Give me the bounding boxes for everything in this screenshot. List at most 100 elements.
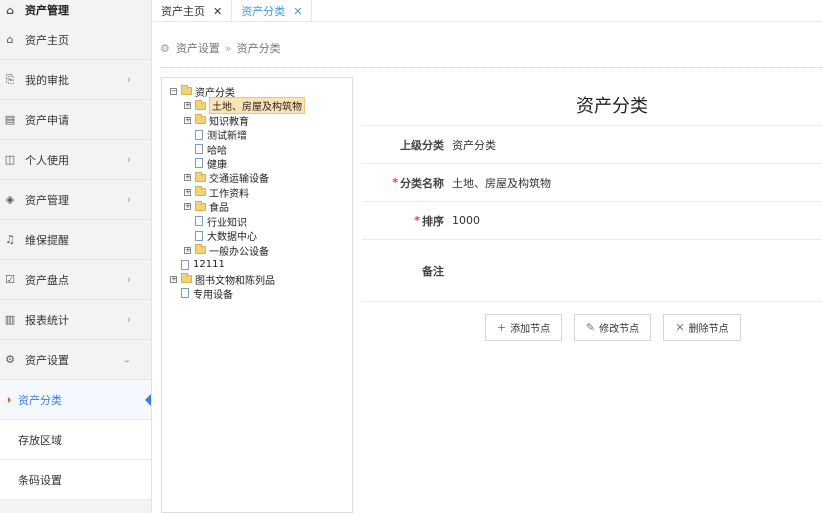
sidebar-item[interactable]: ◫ 个人使用 ›: [0, 140, 151, 180]
tree-node[interactable]: + 食品: [184, 200, 229, 214]
button[interactable]: + 添加节点: [485, 314, 562, 341]
sidebar-item[interactable]: ⎘ 我的审批 ›: [0, 60, 151, 100]
form-value[interactable]: 1000: [448, 202, 822, 239]
expand-icon[interactable]: +: [184, 116, 191, 124]
home-icon: ⌂: [6, 3, 14, 17]
expand-icon[interactable]: +: [184, 102, 191, 110]
expand-icon[interactable]: +: [184, 203, 191, 211]
tree-node-label: 大数据中心: [207, 232, 257, 244]
sidebar-item-label: 资产设置: [25, 353, 69, 367]
button-label: 添加节点: [510, 324, 551, 335]
form-title: 资产分类: [576, 96, 648, 117]
tree-node-label: 知识教育: [209, 116, 249, 128]
sidebar-subitem-label: 条码设置: [18, 473, 62, 487]
tab-home[interactable]: 资产主页 ✕: [152, 0, 233, 22]
sidebar-item[interactable]: ▥ 报表统计 ›: [0, 300, 151, 340]
tree-node[interactable]: + 交通运输设备: [184, 171, 269, 185]
chevron-icon: ⌄: [122, 354, 131, 365]
tree-node[interactable]: 哈哈: [184, 142, 227, 157]
category-tree: − 资产分类 + 土地、房屋及构筑物 + 知识教育 测试新增 哈哈 健康 + 交通运输设备 + 工作资料…: [161, 77, 353, 513]
file-icon: [195, 230, 203, 241]
button[interactable]: ✕ 删除节点: [663, 314, 741, 341]
sidebar-subitem[interactable]: 存放区域: [0, 420, 151, 460]
sidebar-item[interactable]: ⚙ 资产设置 ⌄: [0, 340, 151, 380]
form-value[interactable]: 资产分类: [448, 126, 822, 163]
tree-node-label: 交通运输设备: [209, 174, 269, 186]
checklist-icon: ☑: [5, 273, 15, 286]
file-icon: [195, 216, 203, 227]
expand-icon[interactable]: +: [184, 246, 191, 254]
sidebar-item-label: 资产申请: [25, 113, 69, 127]
form-value[interactable]: 土地、房屋及构筑物: [448, 164, 822, 201]
divider: [160, 67, 822, 68]
tree-node[interactable]: 行业知识: [184, 214, 247, 229]
tab-label: 资产分类: [241, 5, 286, 18]
file-icon: [181, 259, 189, 270]
form-label: * 分类名称: [392, 176, 444, 190]
gear-icon: ⚙: [160, 41, 170, 55]
form-label: 上级分类: [400, 138, 444, 152]
close-icon[interactable]: ✕: [293, 5, 302, 18]
tree-node-label: 工作资料: [209, 188, 249, 200]
tree-node[interactable]: + 知识教育: [184, 113, 249, 128]
tree-node[interactable]: + 土地、房屋及构筑物: [184, 97, 305, 115]
folder-icon: [181, 85, 192, 96]
expand-icon[interactable]: +: [170, 275, 177, 283]
button-label: 修改节点: [599, 324, 640, 335]
required-mark: *: [414, 214, 420, 227]
file-icon: [195, 143, 203, 154]
user-card-icon: ◫: [4, 153, 16, 166]
tree-node-label: 健康: [207, 159, 227, 171]
file-icon: [195, 158, 203, 169]
folder-icon: [195, 171, 206, 182]
sidebar-item-label: 我的审批: [25, 73, 69, 87]
tree-node[interactable]: 测试新增: [184, 127, 247, 143]
sidebar-item[interactable]: ☑ 资产盘点 ›: [0, 260, 151, 300]
close-icon[interactable]: ✕: [213, 5, 222, 18]
form-label: 备注: [422, 264, 444, 278]
tree-node[interactable]: 12111: [170, 257, 225, 271]
sidebar-item[interactable]: ⌂ 资产主页: [0, 20, 151, 60]
file-icon: [195, 129, 203, 140]
tree-node-label: 测试新增: [207, 131, 247, 143]
breadcrumb-parent[interactable]: 资产设置: [176, 40, 220, 56]
tree-node-label: 行业知识: [207, 217, 247, 229]
tree-node-label: 专用设备: [193, 290, 233, 301]
sidebar-item-label: 资产主页: [25, 33, 69, 47]
button[interactable]: ✎ 修改节点: [574, 314, 651, 341]
tree-node[interactable]: + 一般办公设备: [184, 243, 269, 258]
sidebar-item[interactable]: ◈ 资产管理 ›: [0, 180, 151, 220]
form-value[interactable]: [448, 240, 822, 301]
tree-node[interactable]: 健康: [184, 156, 227, 171]
sidebar-item[interactable]: ♫ 维保提醒: [0, 220, 151, 260]
edit-icon: ✎: [585, 321, 596, 334]
sidebar-item-label: 维保提醒: [25, 233, 69, 247]
breadcrumb: ⚙ 资产设置 » 资产分类: [160, 40, 281, 56]
sidebar-subitem[interactable]: 条码设置: [0, 460, 151, 500]
tree-node-label: 土地、房屋及构筑物: [209, 97, 305, 115]
tab-bar: 资产主页 ✕ 资产分类 ✕: [152, 0, 822, 22]
tab-asset-category[interactable]: 资产分类 ✕: [232, 0, 313, 22]
category-form: 上级分类 资产分类 * 分类名称 土地、房屋及构筑物 * 排序 1000 备注: [362, 125, 822, 302]
expand-icon[interactable]: +: [184, 188, 191, 196]
sidebar-item[interactable]: ▤ 资产申请: [0, 100, 151, 140]
tree-node-label: 12111: [193, 259, 225, 271]
chevron-icon: ›: [127, 74, 131, 85]
tree-node-label: 食品: [209, 203, 229, 215]
sidebar-item-label: 资产盘点: [25, 273, 69, 287]
folder-icon: [181, 273, 192, 284]
folder-icon: [195, 114, 206, 125]
sidebar-item-label: 报表统计: [25, 313, 69, 327]
tree-node-label: 图书文物和陈列品: [195, 275, 275, 287]
document-icon: ▤: [4, 113, 16, 126]
expand-icon[interactable]: +: [184, 174, 191, 182]
tree-node[interactable]: 大数据中心: [184, 229, 257, 243]
required-mark: *: [392, 176, 398, 189]
tree-node[interactable]: 专用设备: [170, 286, 233, 301]
close-icon: ✕: [675, 321, 685, 334]
sidebar-subitem[interactable]: 资产分类: [0, 380, 151, 420]
tree-node[interactable]: + 工作资料: [184, 185, 249, 200]
collapse-icon[interactable]: −: [170, 87, 177, 95]
tree-node[interactable]: + 图书文物和陈列品: [170, 272, 275, 287]
form-label: * 排序: [414, 214, 444, 228]
